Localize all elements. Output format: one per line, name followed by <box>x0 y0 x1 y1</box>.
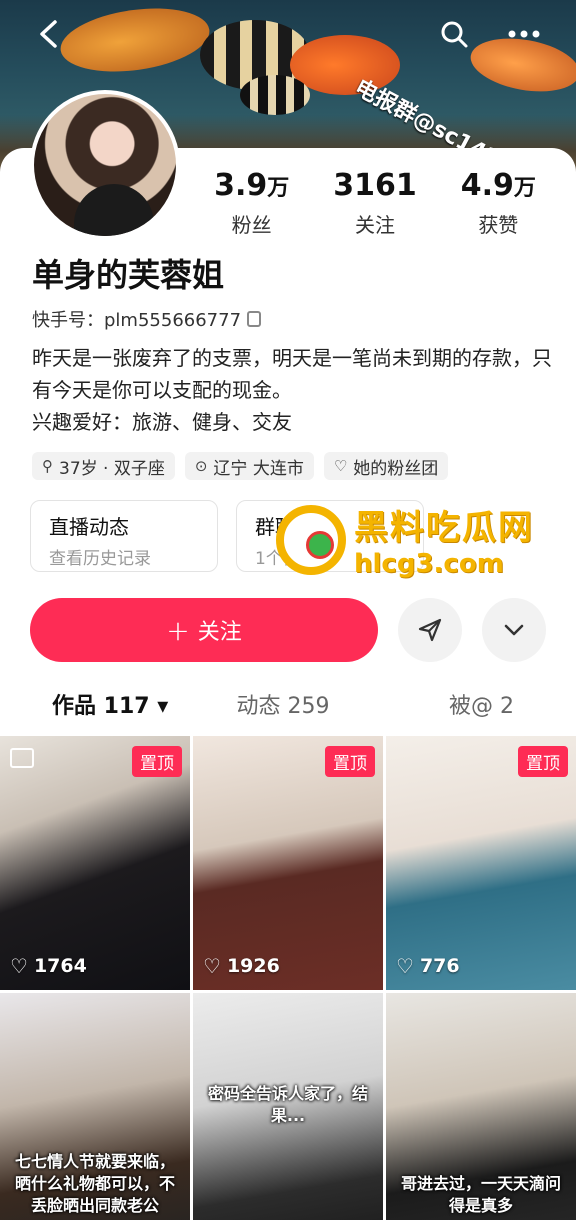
video-tile[interactable]: 密码全告诉人家了，结果... ♡67 <box>193 993 383 1220</box>
fan-group-icon: ♡ <box>333 457 348 475</box>
video-tile[interactable]: 置顶 ♡ 776 <box>386 736 576 990</box>
stat-likes[interactable]: 4.9万 获赞 <box>437 168 560 238</box>
stat-fans[interactable]: 3.9万 粉丝 <box>190 168 313 238</box>
tab-works[interactable]: 作品 117 ▾ <box>0 688 206 728</box>
live-history-box[interactable]: 直播动态 查看历史记录 <box>30 500 218 572</box>
profile-name: 单身的芙蓉姐 <box>32 256 225 294</box>
video-caption: 哥进去过，一天天滴问得是真多 <box>400 1174 561 1215</box>
send-icon <box>418 618 442 642</box>
tag-label: 37岁 · 双子座 <box>59 458 165 479</box>
stat-label: 关注 <box>354 213 395 237</box>
stat-following[interactable]: 3161 关注 <box>313 168 436 238</box>
back-button[interactable] <box>28 14 68 54</box>
video-grid: 置顶 ♡ 1764 置顶 ♡ 1926 置顶 ♡ 776 七七情人节就要来临，晒什么礼… <box>0 736 576 1220</box>
tab-moments[interactable]: 动态 259 <box>206 688 360 728</box>
kuaishou-id-text: 快手号：plm555666777 <box>32 310 242 331</box>
copy-icon[interactable] <box>247 311 262 327</box>
tag-location: ⊙ 辽宁 大连市 <box>184 452 314 480</box>
search-icon <box>441 21 468 48</box>
site-watermark: 黑料吃瓜网 hlcg3.com <box>276 500 534 579</box>
plus-icon: + <box>166 613 190 647</box>
tag-label: 辽宁 大连市 <box>213 458 304 479</box>
stat-label: 粉丝 <box>231 213 272 237</box>
tag-label: 她的粉丝团 <box>353 458 439 479</box>
fish-image <box>56 0 214 81</box>
box-title: 直播动态 <box>49 515 129 539</box>
stats-row: 3.9万 粉丝 3161 关注 4.9万 获赞 <box>190 168 560 238</box>
stat-number: 3.9万 <box>214 168 290 203</box>
video-tile[interactable]: 哥进去过，一天天滴问得是真多 ♡444 <box>386 993 576 1220</box>
gender-icon: ⚲ <box>42 457 53 475</box>
like-number: 1926 <box>226 955 280 977</box>
video-tile[interactable]: 七七情人节就要来临，晒什么礼物都可以，不丢脸晒出同款老公 <box>0 993 190 1220</box>
content-tabs: 作品 117 ▾ 动态 259 被@ 2 <box>0 688 576 728</box>
photo-album-icon <box>10 748 34 768</box>
like-count: ♡ 776 <box>396 954 460 978</box>
tab-mentions[interactable]: 被@ 2 <box>360 688 576 728</box>
chevron-down-icon <box>504 624 524 636</box>
fish-image <box>240 75 310 115</box>
follow-button[interactable]: + 关注 <box>30 598 378 662</box>
more-dots-icon <box>508 30 540 38</box>
watermark-url: hlcg3.com <box>354 549 504 579</box>
share-button[interactable] <box>398 598 462 662</box>
stat-number: 4.9万 <box>460 168 536 203</box>
like-number: 776 <box>419 955 460 977</box>
watermark-text-block: 黑料吃瓜网 hlcg3.com <box>354 500 534 579</box>
profile-tags: ⚲ 37岁 · 双子座 ⊙ 辽宁 大连市 ♡ 她的粉丝团 <box>32 452 449 480</box>
like-count: ♡ 1926 <box>203 954 280 978</box>
avatar[interactable] <box>30 90 180 240</box>
kuaishou-id[interactable]: 快手号：plm555666777 <box>32 306 262 332</box>
pinned-badge: 置顶 <box>518 746 568 777</box>
chevron-left-icon <box>40 20 57 48</box>
search-button[interactable] <box>434 14 474 54</box>
watermark-logo-icon <box>276 504 346 575</box>
heart-icon: ♡ <box>396 954 414 978</box>
pinned-badge: 置顶 <box>325 746 375 777</box>
video-caption: 七七情人节就要来临，晒什么礼物都可以，不丢脸晒出同款老公 <box>14 1152 175 1215</box>
profile-actions: + 关注 <box>30 598 546 662</box>
video-caption: 密码全告诉人家了，结果... <box>207 1084 368 1125</box>
watermark-title: 黑料吃瓜网 <box>354 508 534 548</box>
profile-hobby: 兴趣爱好：旅游、健身、交友 <box>32 410 292 434</box>
profile-bio: 昨天是一张废弃了的支票，明天是一笔尚未到期的存款，只有今天是你可以支配的现金。 <box>32 346 552 402</box>
more-button[interactable] <box>504 14 544 54</box>
video-tile[interactable]: 置顶 ♡ 1926 <box>193 736 383 990</box>
video-tile[interactable]: 置顶 ♡ 1764 <box>0 736 190 990</box>
heart-icon: ♡ <box>10 954 28 978</box>
like-number: 1764 <box>33 955 87 977</box>
avatar-image <box>74 184 154 236</box>
location-icon: ⊙ <box>194 457 208 475</box>
like-count: ♡ 1764 <box>10 954 87 978</box>
stat-label: 获赞 <box>478 213 519 237</box>
pinned-badge: 置顶 <box>132 746 182 777</box>
heart-icon: ♡ <box>203 954 221 978</box>
expand-button[interactable] <box>482 598 546 662</box>
box-subtitle: 查看历史记录 <box>49 549 151 569</box>
tag-fan-group[interactable]: ♡ 她的粉丝团 <box>323 452 449 480</box>
stat-number: 3161 <box>333 168 417 203</box>
follow-label: 关注 <box>197 620 242 645</box>
tag-age: ⚲ 37岁 · 双子座 <box>32 452 175 480</box>
